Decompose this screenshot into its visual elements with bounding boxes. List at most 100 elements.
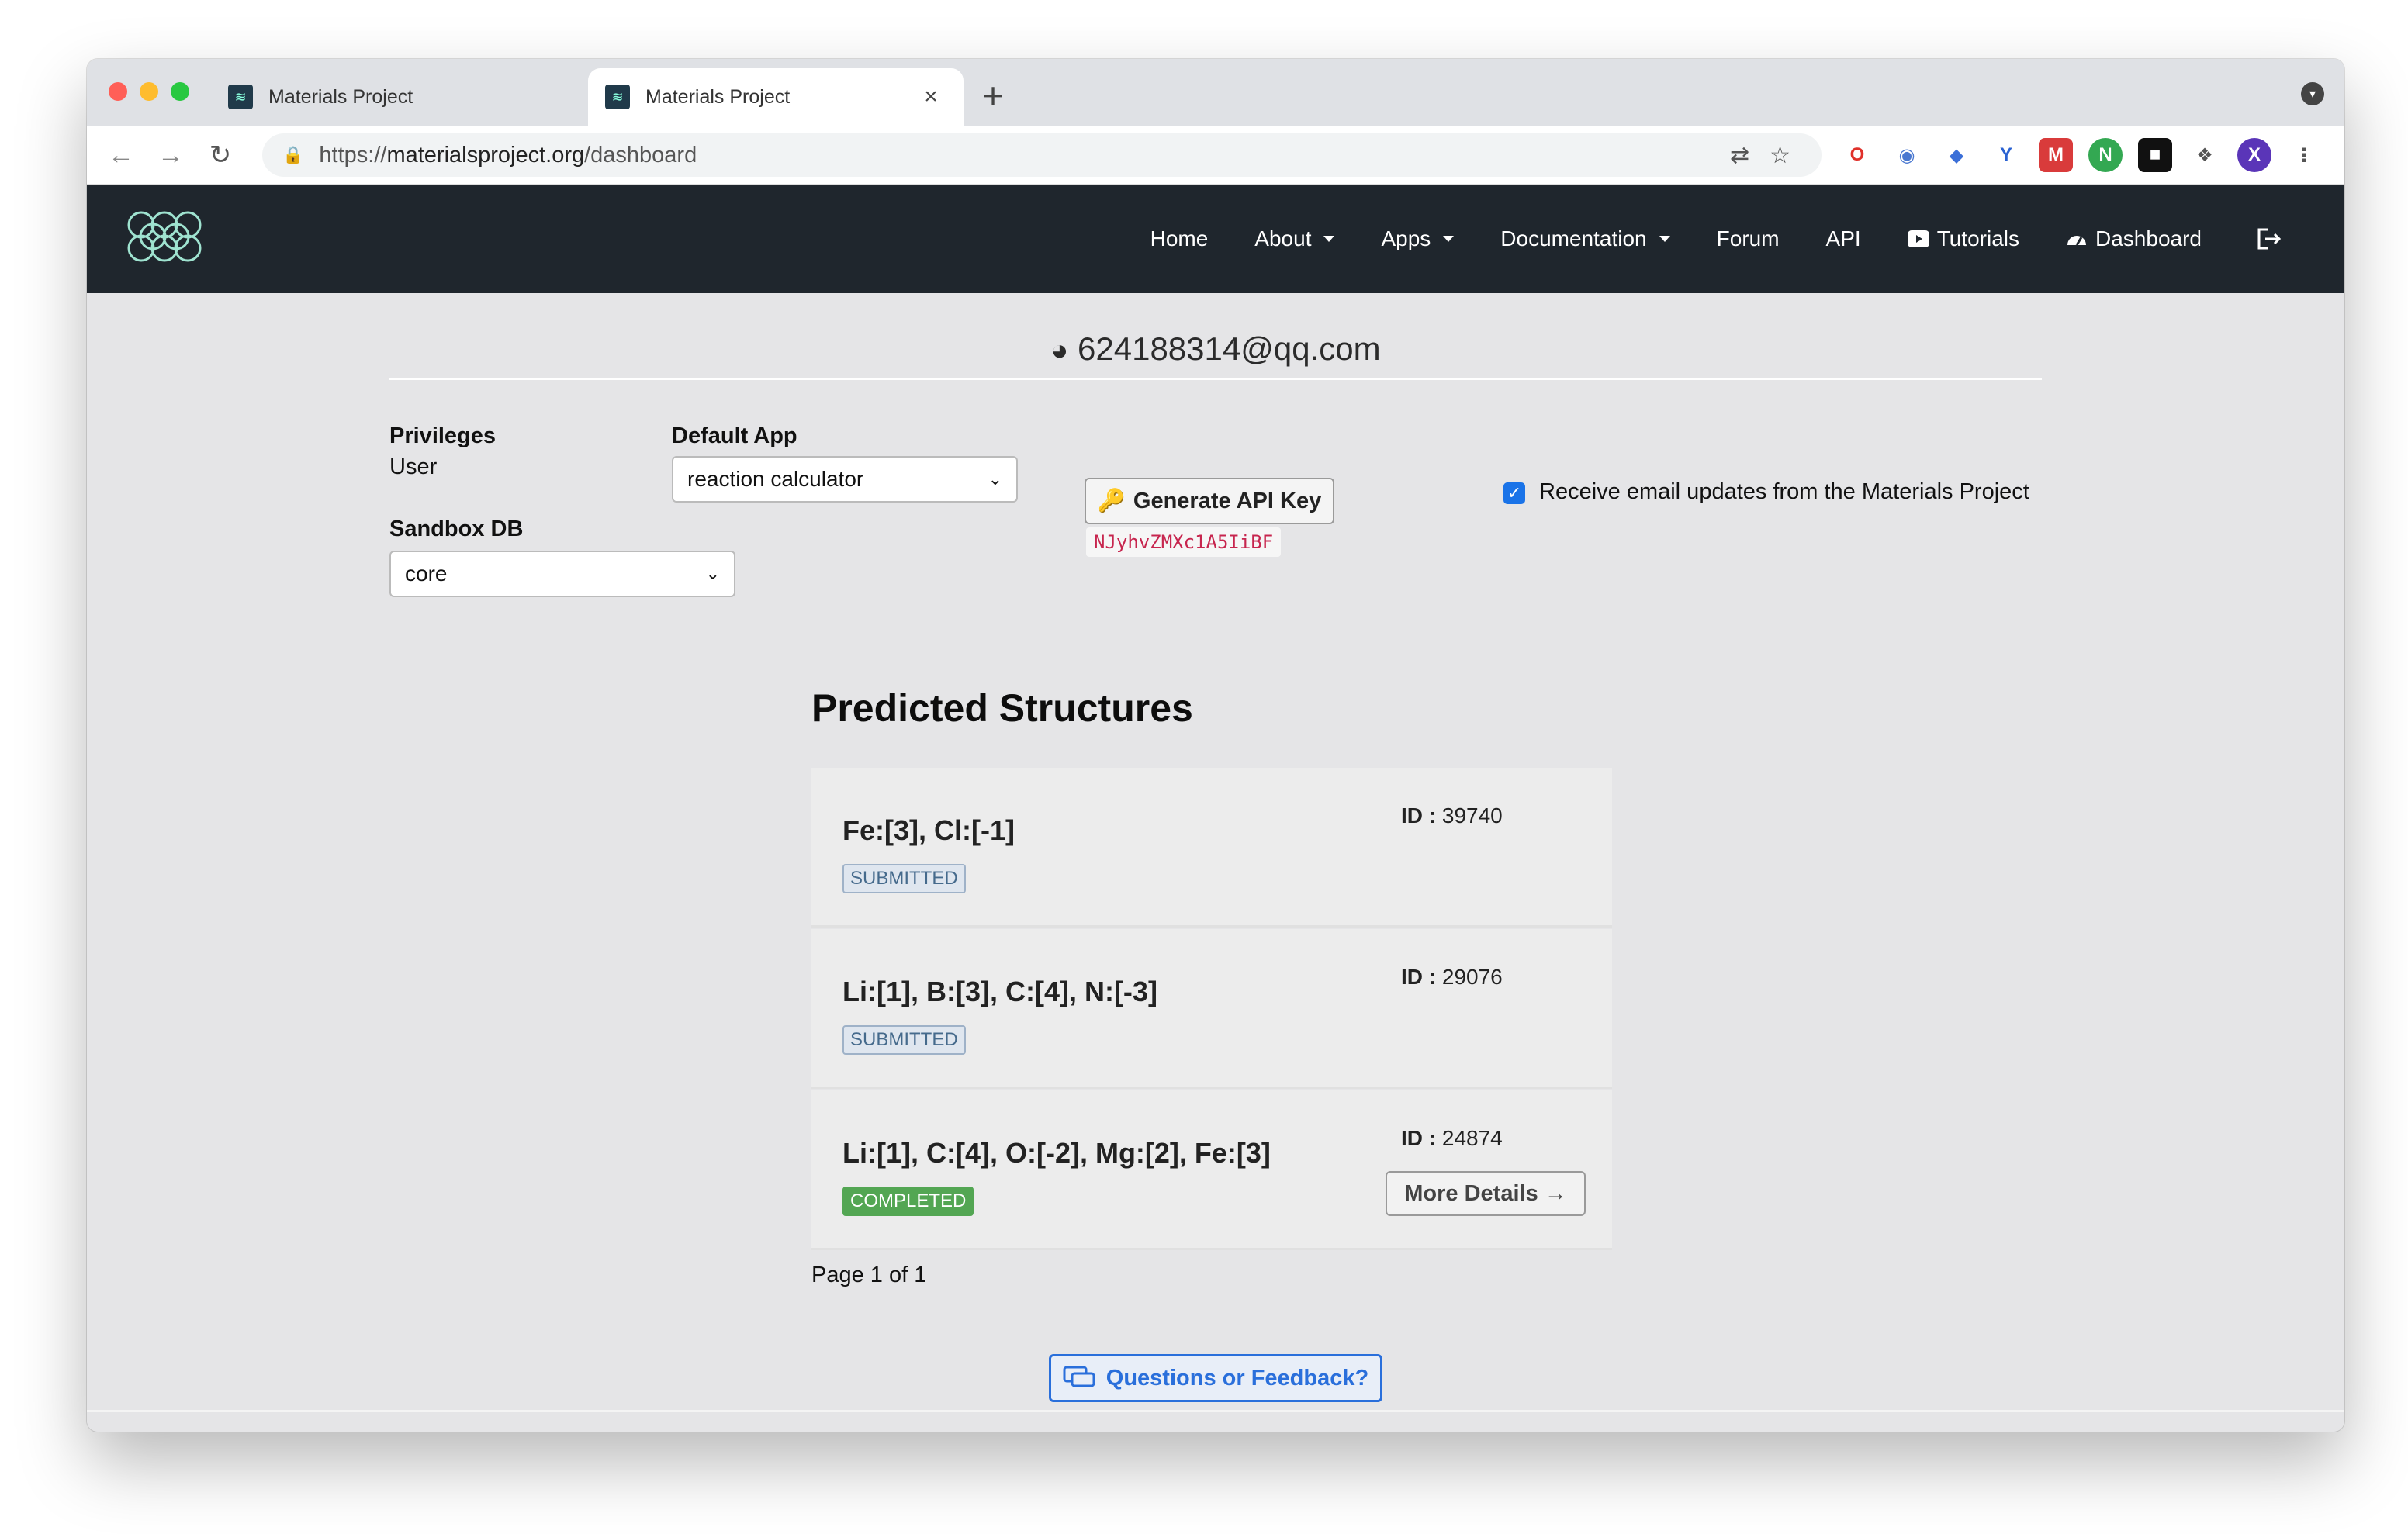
chevron-down-icon: ⌄ (705, 564, 720, 583)
footer-divider (87, 1410, 2344, 1412)
url-path: /dashboard (584, 142, 697, 168)
sandbox-db-label: Sandbox DB (389, 517, 524, 541)
reader-extension-icon[interactable]: ■ (2138, 138, 2172, 172)
caret-down-icon (1323, 236, 1335, 242)
structure-card: Li:[1], C:[4], O:[-2], Mg:[2], Fe:[3] CO… (811, 1090, 1612, 1250)
zoom-window-button[interactable] (171, 82, 189, 101)
status-badge: SUBMITTED (842, 1025, 966, 1055)
page-title: ◕ 624188314@qq.com (389, 330, 2042, 380)
forward-icon[interactable]: → (154, 138, 188, 172)
feedback-label: Questions or Feedback? (1105, 1365, 1369, 1391)
address-bar[interactable]: 🔒 https://materialsproject.org/dashboard… (262, 133, 1822, 177)
nav-documentation-label: Documentation (1500, 226, 1647, 250)
nav-home-label: Home (1150, 226, 1209, 250)
feedback-button[interactable]: Questions or Feedback? (1049, 1354, 1382, 1402)
id-label: ID : (1401, 803, 1437, 827)
n-extension-icon[interactable]: N (2088, 138, 2123, 172)
tab-title: Materials Project (645, 85, 791, 108)
api-key-value: NJyhvZMXc1A5IiBF (1086, 527, 1282, 557)
page-info: Page 1 of 1 (811, 1263, 927, 1287)
nav-about-label: About (1254, 226, 1312, 250)
nav-apps-label: Apps (1381, 226, 1431, 250)
browser-menu-icon[interactable]: ⋮ (2287, 138, 2321, 172)
camera-extension-icon[interactable]: ◉ (1890, 138, 1924, 172)
tab-search-icon[interactable]: ▾ (2301, 82, 2324, 105)
nav-api[interactable]: API (1826, 226, 1861, 251)
status-badge: COMPLETED (842, 1187, 974, 1216)
nav-documentation[interactable]: Documentation (1500, 226, 1670, 251)
minimize-window-button[interactable] (140, 82, 158, 101)
nav-tutorials[interactable]: Tutorials (1907, 226, 2020, 251)
structure-id: ID : 39740 (1401, 803, 1503, 828)
nav-links: Home About Apps Documentation Forum API … (1150, 185, 2282, 293)
more-details-button[interactable]: More Details → (1386, 1171, 1586, 1216)
nav-apps[interactable]: Apps (1381, 226, 1455, 251)
reload-icon[interactable]: ↻ (203, 138, 237, 172)
mendeley-extension-icon[interactable]: M (2039, 138, 2073, 172)
site-navbar: Home About Apps Documentation Forum API … (87, 185, 2344, 293)
dashboard-main: ◕ 624188314@qq.com Privileges User Defau… (87, 293, 2344, 1432)
sandbox-db-value: core (405, 561, 448, 586)
back-icon[interactable]: ← (104, 138, 138, 172)
browser-window: ≋ Materials Project × ≋ Materials Projec… (87, 59, 2344, 1432)
default-app-label: Default App (672, 423, 797, 448)
dashboard-icon: ◕ (1050, 334, 1069, 367)
materials-project-favicon-icon: ≋ (605, 85, 630, 109)
browser-tab-active[interactable]: ≋ Materials Project × (588, 68, 964, 126)
logout-icon[interactable] (2256, 226, 2282, 251)
generate-api-key-button[interactable]: 🔑 Generate API Key (1085, 478, 1334, 524)
structure-formula: Li:[1], B:[3], C:[4], N:[-3] (842, 976, 1157, 1007)
tab-title: Materials Project (268, 85, 413, 108)
layers-extension-icon[interactable]: ◆ (1939, 138, 1974, 172)
browser-toolbar: ← → ↻ 🔒 https://materialsproject.org/das… (87, 126, 2344, 185)
nav-about[interactable]: About (1254, 226, 1335, 251)
nav-dashboard-label: Dashboard (2095, 226, 2202, 250)
default-app-value: reaction calculator (687, 467, 864, 491)
predicted-structures-title: Predicted Structures (811, 686, 1193, 730)
generate-api-key-label: Generate API Key (1133, 488, 1322, 513)
caret-down-icon (1659, 236, 1670, 242)
privileges-value: User (389, 454, 438, 479)
close-tab-icon[interactable]: × (915, 84, 946, 110)
structure-id: ID : 24874 (1401, 1126, 1503, 1151)
id-value: 39740 (1441, 803, 1503, 827)
structure-card: Fe:[3], Cl:[-1] SUBMITTED ID : 39740 (811, 768, 1612, 928)
materials-project-logo[interactable] (118, 202, 211, 271)
url-scheme: https:// (319, 142, 387, 168)
email-updates-label: Receive email updates from the Materials… (1539, 479, 2029, 504)
chevron-down-icon: ⌄ (988, 469, 1002, 489)
key-icon: 🔑 (1097, 489, 1126, 513)
nav-forum[interactable]: Forum (1717, 226, 1780, 251)
sandbox-db-select[interactable]: core ⌄ (389, 551, 735, 597)
nav-dashboard[interactable]: Dashboard (2066, 226, 2202, 251)
translate-icon[interactable]: ⇄ (1730, 142, 1749, 169)
nav-home[interactable]: Home (1150, 226, 1209, 251)
id-value: 24874 (1441, 1126, 1503, 1150)
structure-id: ID : 29076 (1401, 965, 1503, 990)
nav-api-label: API (1825, 226, 1861, 250)
profile-avatar[interactable]: X (2237, 138, 2271, 172)
id-value: 29076 (1441, 965, 1503, 989)
nav-forum-label: Forum (1716, 226, 1780, 250)
caret-down-icon (1443, 236, 1455, 242)
id-label: ID : (1401, 1126, 1437, 1150)
user-email: 624188314@qq.com (1078, 330, 1381, 367)
materials-project-favicon-icon: ≋ (228, 85, 253, 109)
nav-tutorials-label: Tutorials (1936, 226, 2020, 250)
url-host: materialsproject.org (386, 142, 585, 168)
lock-icon: 🔒 (282, 145, 304, 164)
extensions-puzzle-icon[interactable]: ❖ (2188, 138, 2222, 172)
youtube-icon (1907, 230, 1929, 247)
vuetify-extension-icon[interactable]: Y (1989, 138, 2023, 172)
chat-icon (1063, 1366, 1095, 1387)
default-app-select[interactable]: reaction calculator ⌄ (672, 456, 1018, 503)
opera-extension-icon[interactable]: O (1840, 138, 1874, 172)
new-tab-button[interactable]: + (971, 74, 1015, 116)
structure-formula: Li:[1], C:[4], O:[-2], Mg:[2], Fe:[3] (842, 1137, 1271, 1169)
privileges-label: Privileges (389, 423, 496, 448)
email-updates-checkbox[interactable]: ✓ (1503, 482, 1525, 504)
close-window-button[interactable] (109, 82, 127, 101)
bookmark-star-icon[interactable]: ☆ (1770, 142, 1790, 169)
tab-strip: ≋ Materials Project × ≋ Materials Projec… (87, 59, 2344, 126)
dashboard-icon (2067, 236, 2087, 246)
